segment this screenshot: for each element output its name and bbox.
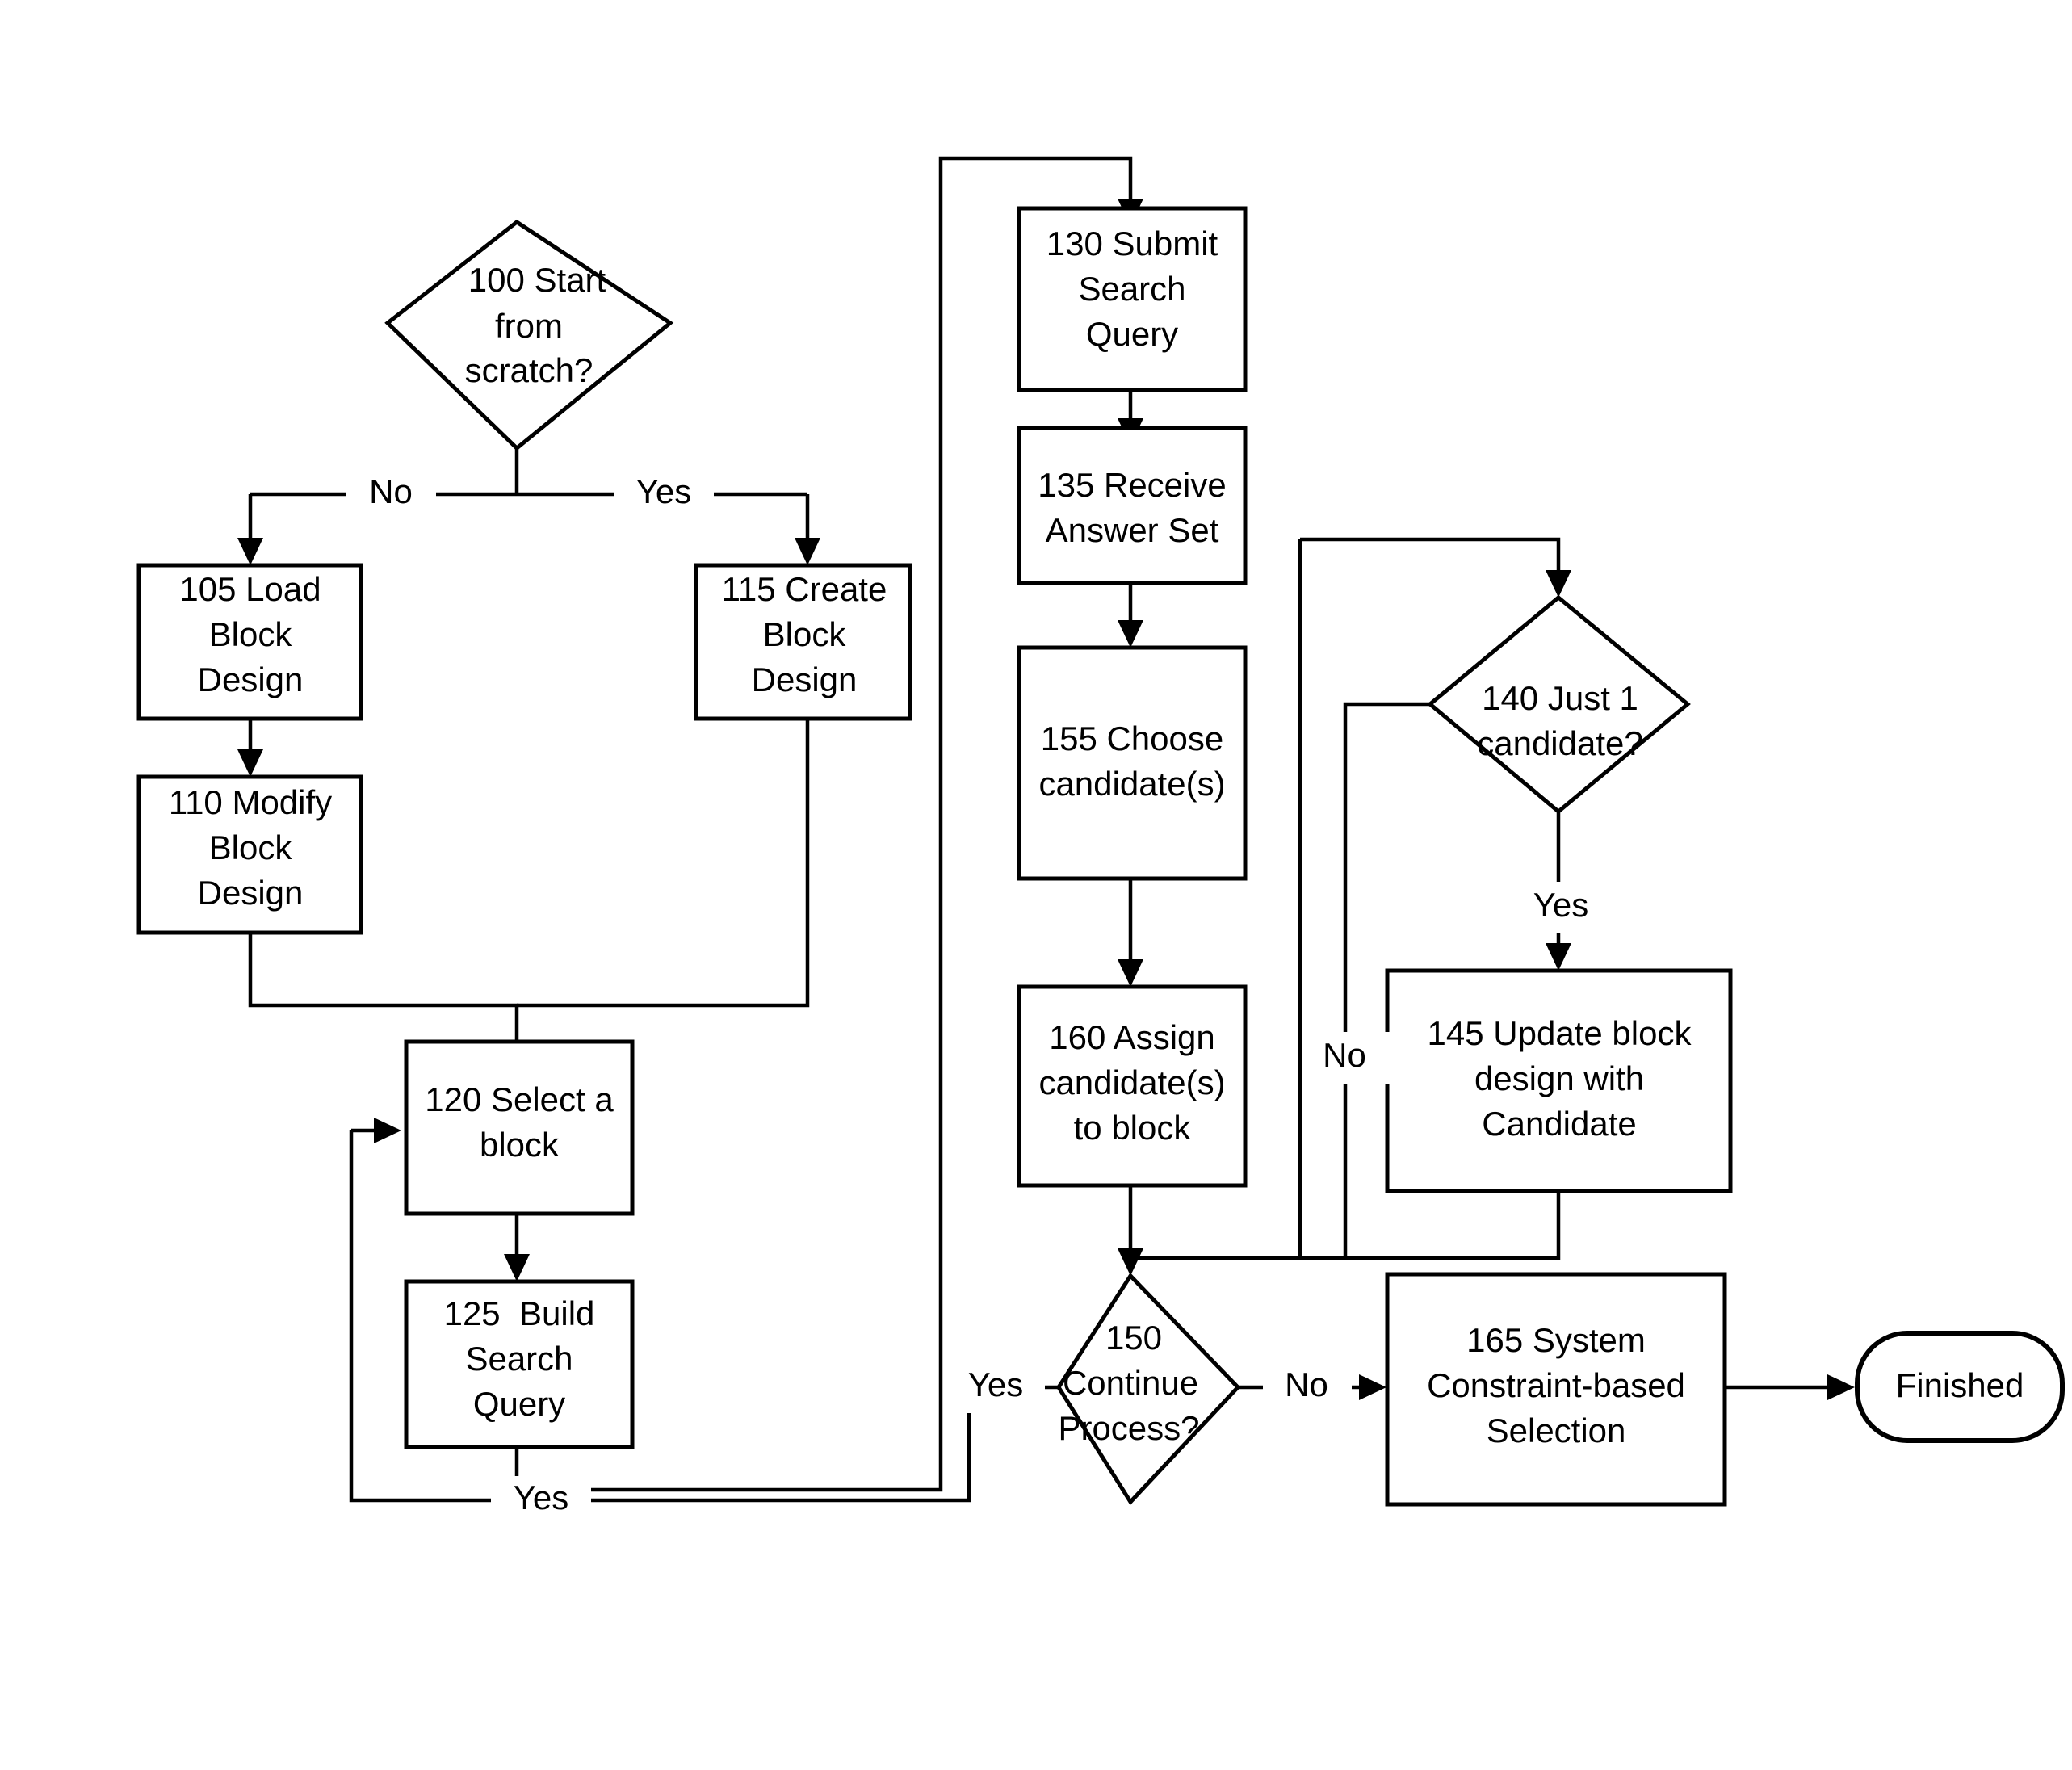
edge-label-just1-yes: Yes [1533, 886, 1589, 924]
node-finished[interactable]: Finished [1855, 1331, 2065, 1443]
arrowhead-125-in [504, 1254, 530, 1281]
node-130-line2: Search [1078, 270, 1185, 308]
flowchart-svg: 100 Start from scratch? 105 Load Block D… [136, 156, 2065, 1526]
node-135-line2: Answer Set [1046, 511, 1219, 549]
arrowhead-115-in [795, 538, 820, 565]
node-160-line2: candidate(s) [1038, 1063, 1225, 1101]
node-105-load-block-design[interactable]: 105 Load Block Design [136, 563, 363, 721]
edge-label-start-yes: Yes [636, 472, 692, 510]
node-100-line3: scratch? [465, 351, 593, 389]
arrowhead-145-in [1546, 943, 1571, 971]
node-125-line3: Query [473, 1385, 565, 1423]
arrowhead-160-in [1118, 959, 1143, 987]
node-135-line1: 135 Receive [1038, 466, 1226, 504]
node-130-submit-search-query[interactable]: 130 Submit Search Query [1017, 206, 1248, 392]
edge-135bus-to-140 [1300, 537, 1561, 580]
node-165-line1: 165 System [1466, 1321, 1646, 1359]
node-145-line3: Candidate [1482, 1105, 1636, 1143]
edge-label-loop-yes: Yes [514, 1478, 569, 1516]
node-155-line2: candidate(s) [1038, 765, 1225, 803]
node-165-line2: Constraint-based [1427, 1366, 1685, 1404]
edge-label-start-no: No [369, 472, 413, 510]
node-150-line2: Continue [1063, 1364, 1198, 1402]
node-150-line1: 150 [1105, 1319, 1162, 1357]
node-125-line1: 125 Build [444, 1294, 595, 1332]
edge-label-just1-no: No [1323, 1036, 1366, 1074]
node-165-system-constraint-based-selection[interactable]: 165 System Constraint-based Selection [1385, 1272, 1727, 1507]
node-100-start-from-scratch[interactable]: 100 Start from scratch? [384, 219, 674, 451]
edge-label-continue-yes: Yes [968, 1365, 1024, 1403]
node-140-line2: candidate? [1477, 724, 1643, 762]
node-105-line1: 105 Load [179, 570, 321, 608]
node-165-line3: Selection [1487, 1411, 1626, 1449]
node-120-line1: 120 Select a [425, 1080, 614, 1118]
node-160-line1: 160 Assign [1049, 1018, 1215, 1056]
arrowhead-150-in-top [1118, 1248, 1143, 1276]
arrowhead-105-in [237, 538, 263, 565]
node-120-select-a-block[interactable]: 120 Select a block [404, 1039, 635, 1216]
node-100-line1: 100 Start [468, 261, 606, 299]
node-140-just-1-candidate[interactable]: 140 Just 1 candidate? [1427, 594, 1691, 815]
node-115-line2: Block [763, 615, 847, 653]
process-shape-135 [1017, 426, 1248, 585]
node-145-line2: design with [1474, 1059, 1644, 1097]
node-160-line3: to block [1074, 1109, 1192, 1147]
node-110-modify-block-design[interactable]: 110 Modify Block Design [136, 774, 363, 935]
node-145-update-block-design-with-candidate[interactable]: 145 Update block design with Candidate [1385, 968, 1733, 1193]
node-115-line3: Design [752, 661, 858, 698]
node-155-choose-candidates[interactable]: 155 Choose candidate(s) [1017, 645, 1248, 881]
flowchart-canvas: 100 Start from scratch? 105 Load Block D… [0, 0, 2072, 1770]
arrowhead-140-in [1546, 570, 1571, 598]
edge-label-continue-no: No [1285, 1365, 1328, 1403]
node-110-line2: Block [209, 828, 293, 866]
node-105-line2: Block [209, 615, 293, 653]
node-155-line1: 155 Choose [1041, 719, 1224, 757]
node-135-receive-answer-set[interactable]: 135 Receive Answer Set [1017, 426, 1248, 585]
node-110-line3: Design [198, 874, 304, 912]
node-120-line2: block [480, 1126, 560, 1164]
node-150-continue-process[interactable]: 150 Continue Process? [1056, 1272, 1241, 1506]
arrowhead-165-in [1359, 1374, 1386, 1400]
node-115-create-block-design[interactable]: 115 Create Block Design [694, 563, 912, 721]
node-125-line2: Search [465, 1340, 573, 1378]
node-finished-label: Finished [1896, 1366, 2024, 1404]
node-140-line1: 140 Just 1 [1482, 679, 1638, 717]
node-130-line1: 130 Submit [1046, 224, 1218, 262]
node-110-line1: 110 Modify [169, 783, 332, 821]
process-shape-155 [1017, 645, 1248, 881]
node-145-line1: 145 Update block [1428, 1014, 1692, 1052]
node-125-build-search-query[interactable]: 125 Build Search Query [404, 1279, 635, 1449]
node-130-line3: Query [1086, 315, 1178, 353]
node-100-line2: from [495, 307, 563, 345]
edge-115-to-120 [517, 719, 810, 1008]
node-115-line1: 115 Create [722, 570, 887, 608]
node-150-line3: Process? [1058, 1409, 1199, 1447]
arrowhead-110-in [237, 749, 263, 777]
node-160-assign-candidates-to-block[interactable]: 160 Assign candidate(s) to block [1017, 984, 1248, 1188]
arrowhead-finished-in [1827, 1374, 1855, 1400]
arrowhead-155-in [1118, 620, 1143, 648]
node-105-line3: Design [198, 661, 304, 698]
